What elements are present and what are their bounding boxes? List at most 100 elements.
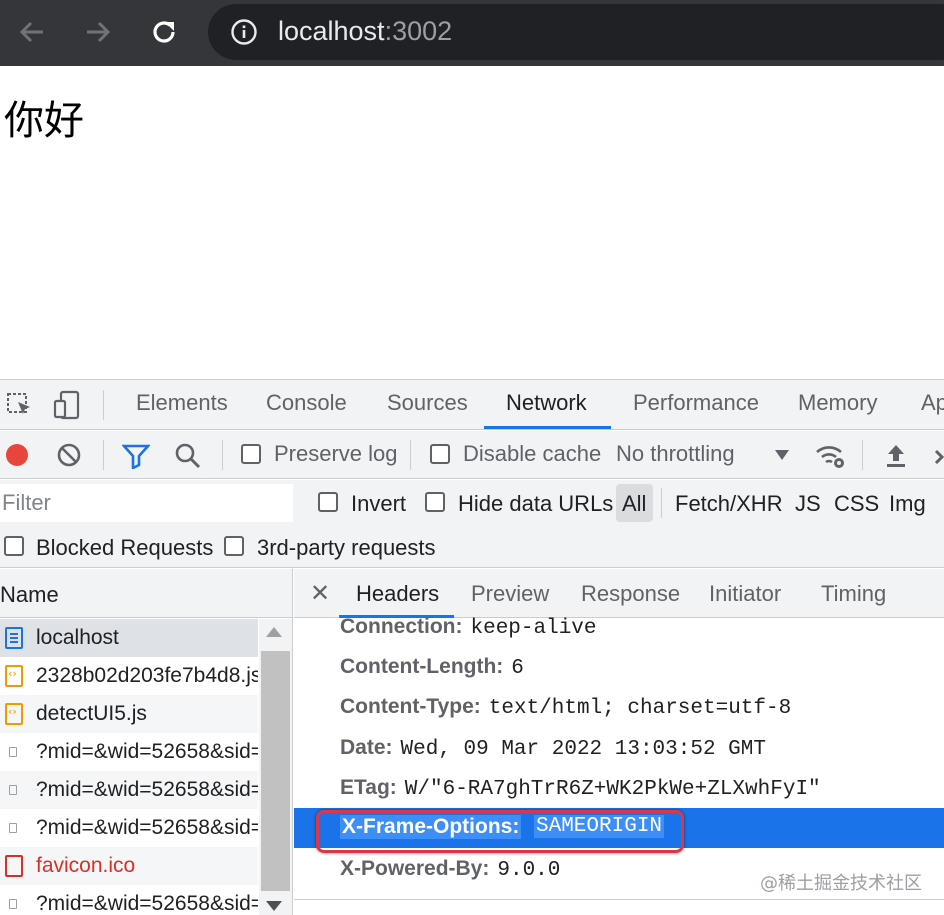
clear-icon[interactable] (56, 442, 82, 468)
filter-all-chip[interactable]: All (616, 484, 653, 522)
file-icon (9, 823, 17, 833)
request-name: localhost (36, 626, 119, 649)
close-icon[interactable]: ✕ (310, 579, 330, 608)
tab-initiator[interactable]: Initiator (709, 581, 781, 607)
watermark: @稀土掘金技术社区 (760, 873, 922, 894)
filter-bar: Filter Invert Hide data URLs All Fetch/X… (0, 480, 944, 526)
script-icon (5, 703, 23, 725)
tab-timing[interactable]: Timing (821, 581, 886, 607)
tab-elements[interactable]: Elements (136, 390, 228, 416)
preserve-log-checkbox[interactable] (241, 444, 261, 464)
invert-checkbox[interactable] (318, 492, 338, 512)
header-key: Content-Length: (340, 655, 504, 678)
tab-network[interactable]: Network (506, 390, 587, 416)
info-icon[interactable] (230, 18, 258, 46)
header-row: Content-Length: 6 (340, 655, 524, 680)
inspect-element-icon[interactable] (6, 390, 34, 420)
search-icon[interactable] (174, 442, 202, 470)
scroll-thumb[interactable] (261, 651, 290, 891)
throttling-select[interactable]: No throttling (616, 441, 735, 467)
request-name: detectUI5.js (36, 702, 147, 725)
header-value: keep-alive (470, 617, 597, 640)
export-har-icon[interactable] (934, 447, 944, 465)
header-row: Connection: keep-alive (340, 615, 597, 640)
filter-icon[interactable] (122, 443, 150, 469)
header-key: X-Powered-By: (340, 857, 490, 880)
header-row: X-Powered-By: 9.0.0 (340, 857, 560, 882)
scroll-down-arrow-icon[interactable] (266, 901, 282, 911)
request-row[interactable]: ?mid=&wid=52658&sid= (0, 771, 258, 809)
filter-js[interactable]: JS (795, 491, 821, 517)
header-value: text/html; charset=utf-8 (488, 697, 792, 720)
toolbar-divider (862, 440, 863, 470)
highlight-annotation-box (316, 810, 684, 853)
disable-cache-checkbox[interactable] (430, 444, 450, 464)
filter-css[interactable]: CSS (834, 491, 879, 517)
filter-fetch-xhr[interactable]: Fetch/XHR (675, 491, 783, 517)
request-list: Name localhost 2328b02d203fe7b4d8.js det… (0, 569, 293, 915)
request-row[interactable]: 2328b02d203fe7b4d8.js (0, 657, 258, 695)
network-conditions-icon[interactable] (814, 442, 846, 470)
section-divider (294, 899, 944, 900)
header-key: Date: (340, 736, 393, 759)
filter-img[interactable]: Img (889, 491, 926, 517)
tabbar-divider (103, 390, 104, 420)
address-bar[interactable]: localhost:3002 (208, 4, 944, 60)
tab-sources[interactable]: Sources (387, 390, 468, 416)
url-port: :3002 (384, 16, 453, 46)
hide-data-urls-label: Hide data URLs (458, 491, 614, 516)
toolbar-divider (103, 440, 104, 470)
header-key: Connection: (340, 615, 463, 638)
file-icon (9, 899, 17, 909)
header-row: Date: Wed, 09 Mar 2022 13:03:52 GMT (340, 736, 766, 761)
request-row[interactable]: detectUI5.js (0, 695, 258, 733)
third-party-label: 3rd-party requests (257, 535, 436, 560)
document-icon (5, 627, 23, 649)
hide-data-urls-checkbox[interactable] (425, 492, 445, 512)
url-text: localhost:3002 (278, 16, 452, 47)
dropdown-arrow-icon[interactable] (774, 449, 790, 461)
preserve-log-label: Preserve log (274, 441, 398, 466)
blocked-requests-label: Blocked Requests (36, 535, 214, 560)
request-row[interactable]: localhost (0, 619, 258, 657)
header-key: ETag: (340, 776, 397, 799)
device-toolbar-icon[interactable] (52, 390, 82, 420)
forward-button[interactable] (80, 14, 116, 50)
tab-headers[interactable]: Headers (356, 581, 439, 607)
header-value: 9.0.0 (497, 859, 561, 882)
network-toolbar: Preserve log Disable cache No throttling (0, 431, 944, 479)
tab-response[interactable]: Response (581, 581, 680, 607)
header-row: Content-Type: text/html; charset=utf-8 (340, 695, 791, 720)
request-name: ?mid=&wid=52658&sid= (36, 892, 258, 915)
details-tabbar: ✕ Headers Preview Response Initiator Tim… (294, 569, 944, 618)
filter-input[interactable]: Filter (0, 484, 293, 522)
tab-performance[interactable]: Performance (633, 390, 759, 416)
page-greeting: 你好 (4, 98, 84, 144)
scroll-up-arrow-icon[interactable] (266, 627, 282, 637)
request-name: favicon.ico (36, 854, 136, 877)
reload-icon (153, 21, 175, 43)
request-row[interactable]: ?mid=&wid=52658&sid= (0, 885, 258, 915)
reload-button[interactable] (146, 14, 182, 50)
back-button[interactable] (14, 14, 50, 50)
request-list-scrollbar[interactable] (259, 619, 292, 915)
file-icon (9, 785, 17, 795)
import-har-icon[interactable] (884, 442, 908, 468)
header-value: 6 (511, 657, 524, 680)
name-column-header[interactable]: Name (0, 569, 292, 618)
arrow-right-icon (87, 21, 111, 43)
third-party-checkbox[interactable] (224, 536, 244, 556)
tab-console[interactable]: Console (266, 390, 347, 416)
tab-memory[interactable]: Memory (798, 390, 877, 416)
request-name: 2328b02d203fe7b4d8.js (36, 664, 258, 687)
tab-preview[interactable]: Preview (471, 581, 549, 607)
request-row[interactable]: favicon.ico (0, 847, 258, 885)
blocked-requests-checkbox[interactable] (4, 536, 24, 556)
request-row[interactable]: ?mid=&wid=52658&sid= (0, 809, 258, 847)
record-icon[interactable] (4, 442, 30, 468)
script-icon (5, 665, 23, 687)
request-row[interactable]: ?mid=&wid=52658&sid= (0, 733, 258, 771)
disable-cache-label: Disable cache (463, 441, 602, 466)
invert-label: Invert (351, 491, 407, 516)
tab-application[interactable]: Ap (921, 390, 944, 416)
